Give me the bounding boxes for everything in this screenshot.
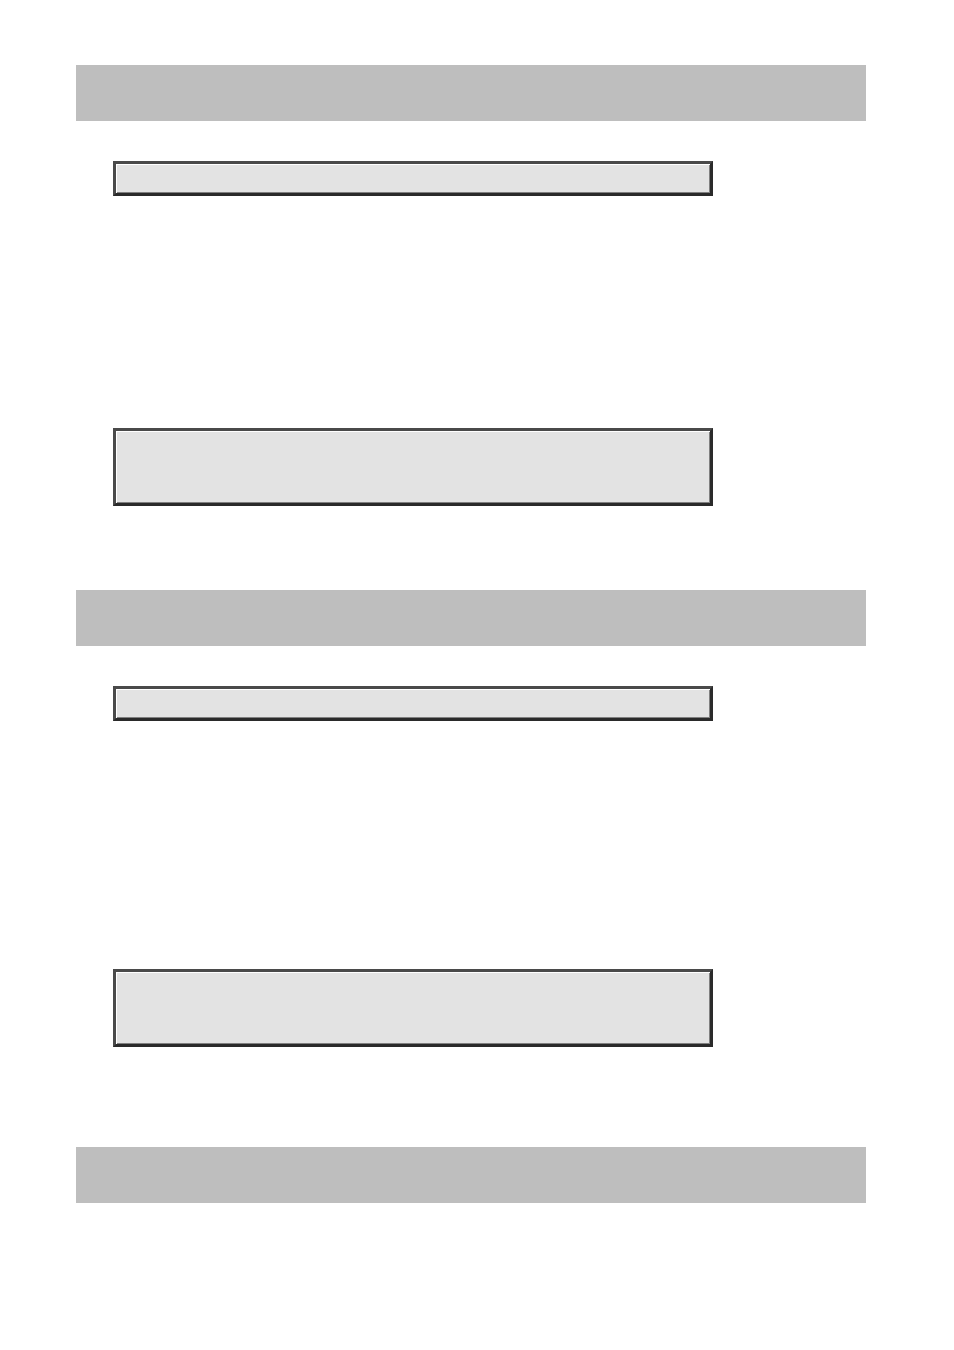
input-single-1[interactable] [113,686,713,721]
input-multi-0[interactable] [113,428,713,506]
page-canvas [0,0,954,1350]
input-multi-1[interactable] [113,969,713,1047]
section-band-2 [76,1147,866,1203]
input-single-0[interactable] [113,161,713,196]
section-band-1 [76,590,866,646]
section-band-0 [76,65,866,121]
